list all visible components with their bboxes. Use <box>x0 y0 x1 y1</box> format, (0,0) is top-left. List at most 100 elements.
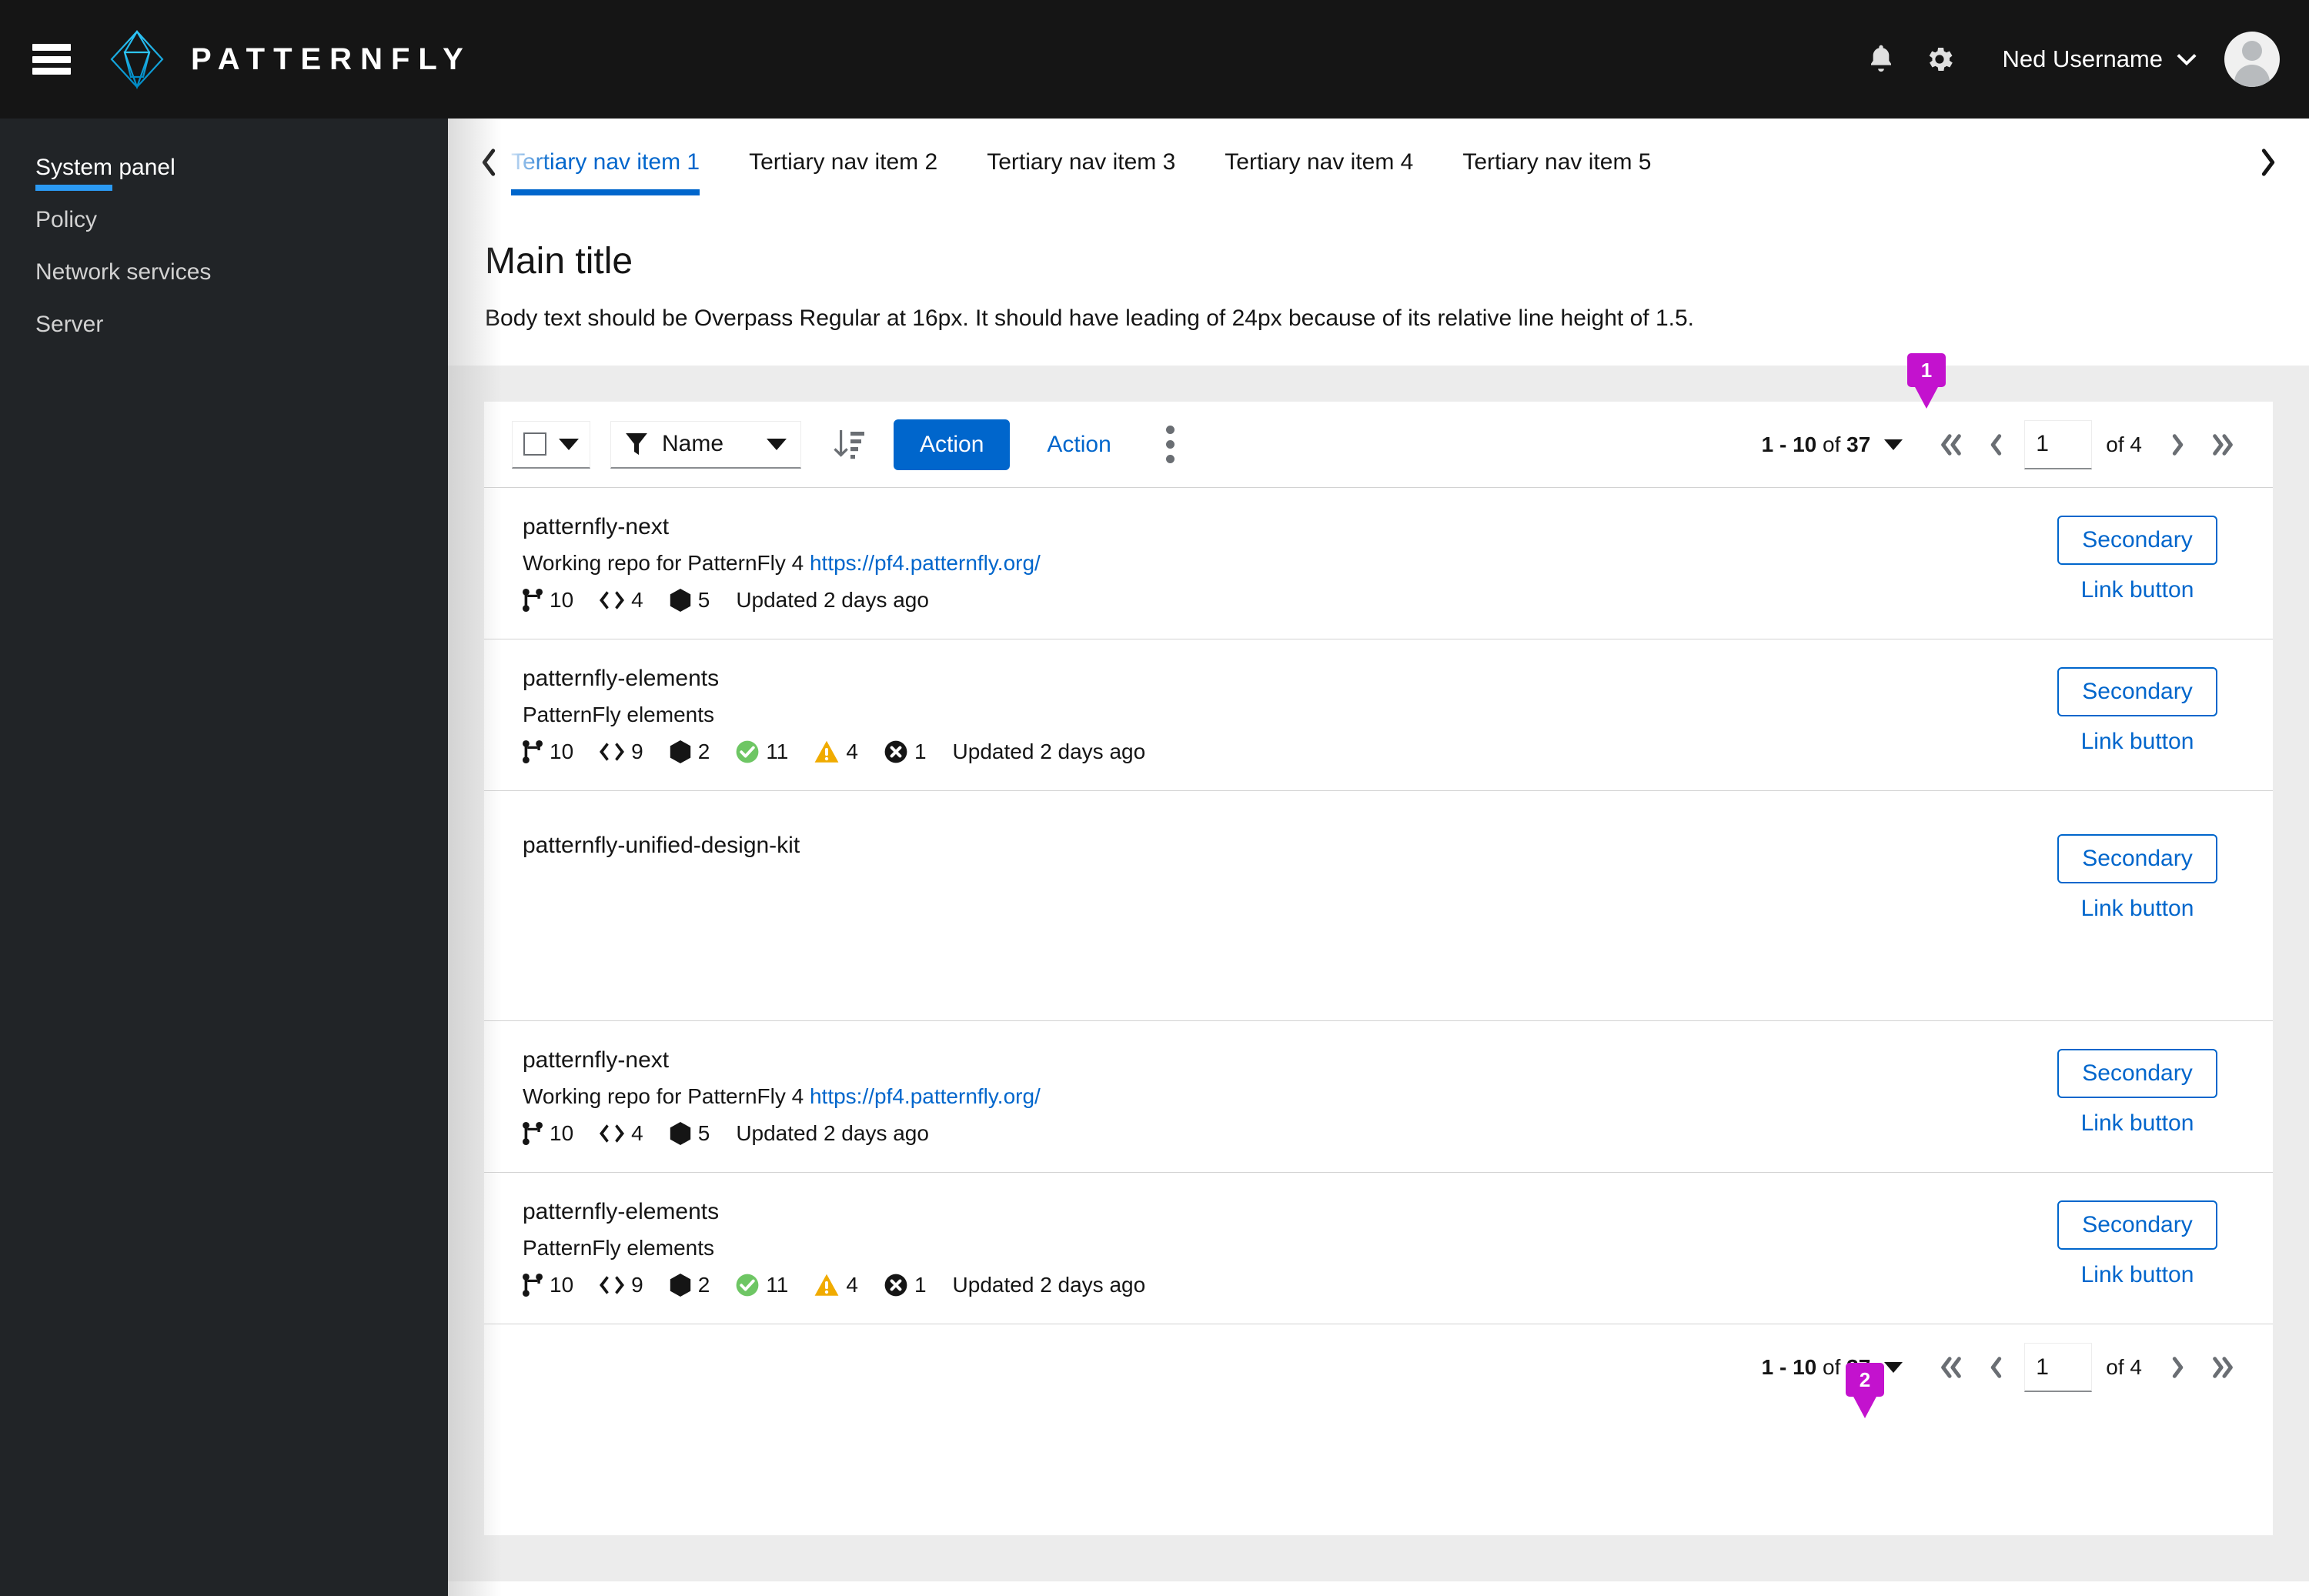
repo-name: patternfly-unified-design-kit <box>523 833 800 858</box>
meta-value: 4 <box>846 1273 858 1297</box>
repo-description-text: PatternFly elements <box>523 1236 714 1260</box>
tab-label: Tertiary nav item 1 <box>511 149 700 175</box>
list-item-actions: Secondary Link button <box>2030 666 2245 755</box>
pagination-nav: of 4 <box>1929 1343 2245 1392</box>
pagination-next-icon[interactable] <box>2156 1344 2200 1391</box>
secondary-button[interactable]: Secondary <box>2057 1049 2217 1098</box>
link-button[interactable]: Link button <box>2081 1110 2194 1137</box>
sidebar-item-label: Network services <box>35 259 212 285</box>
code-branch-icon-item: 10 <box>523 1273 573 1297</box>
hotspot-marker-2: 2 <box>1846 1363 1884 1397</box>
list-item-content: patternfly-next Working repo for Pattern… <box>523 1047 2030 1146</box>
pagination-summary-dropdown[interactable]: 1 - 10 of 37 <box>1762 432 1903 457</box>
tab-tertiary-nav-item-4[interactable]: Tertiary nav item 4 <box>1200 119 1438 206</box>
link-button[interactable]: Link button <box>2081 729 2194 755</box>
code-branch-icon-item: 10 <box>523 588 573 613</box>
pagination-page-total: of 4 <box>2106 432 2142 456</box>
cube-icon-item: 5 <box>670 1121 710 1146</box>
meta-value: 4 <box>846 740 858 763</box>
nav-scroll-right-icon[interactable] <box>2251 148 2286 177</box>
secondary-button[interactable]: Secondary <box>2057 834 2217 883</box>
primary-action-button[interactable]: Action <box>894 419 1011 470</box>
chevron-down-icon <box>767 438 787 450</box>
cube-icon-item: 5 <box>670 588 710 613</box>
filter-icon <box>625 432 648 456</box>
main-content: Tertiary nav item 1 Tertiary nav item 2 … <box>448 119 2309 1596</box>
tab-label: Tertiary nav item 3 <box>987 149 1176 175</box>
pagination-last-icon[interactable] <box>2200 421 2245 469</box>
meta-value: 10 <box>550 1273 574 1297</box>
sidebar-item-system-panel[interactable]: System panel <box>0 142 448 194</box>
sidebar-item-server[interactable]: Server <box>0 299 448 351</box>
meta-value: 5 <box>697 588 710 612</box>
meta-value: 9 <box>631 740 643 763</box>
link-button[interactable]: Link button <box>2081 1262 2194 1288</box>
tertiary-nav-items: Tertiary nav item 1 Tertiary nav item 2 … <box>506 119 1676 206</box>
exclamation-triangle-icon-item: 4 <box>814 1273 858 1297</box>
list-item[interactable]: patternfly-elements PatternFly elements … <box>484 639 2273 791</box>
meta-value: 1 <box>914 740 927 763</box>
list-item[interactable]: patternfly-next Working repo for Pattern… <box>484 1021 2273 1173</box>
cube-icon-item: 2 <box>670 740 710 764</box>
kebab-vertical-icon[interactable] <box>1150 420 1191 469</box>
sidebar-item-label: System panel <box>35 155 175 180</box>
avatar[interactable] <box>2224 32 2280 87</box>
tab-tertiary-nav-item-5[interactable]: Tertiary nav item 5 <box>1438 119 1676 206</box>
tab-tertiary-nav-item-3[interactable]: Tertiary nav item 3 <box>962 119 1200 206</box>
repo-link[interactable]: https://pf4.patternfly.org/ <box>810 551 1041 575</box>
meta-value: 9 <box>631 1273 643 1297</box>
pagination-page-input[interactable] <box>2024 419 2093 469</box>
repo-updated: Updated 2 days ago <box>736 588 929 612</box>
bell-icon[interactable] <box>1852 30 1910 88</box>
chevron-down-icon <box>2177 53 2197 65</box>
list-item[interactable]: patternfly-elements PatternFly elements … <box>484 1173 2273 1324</box>
meta-value: 2 <box>697 1273 710 1297</box>
gear-icon[interactable] <box>1910 30 1969 88</box>
nav-scroll-left-icon[interactable] <box>471 148 506 177</box>
pagination-prev-icon[interactable] <box>1973 1344 2018 1391</box>
secondary-button[interactable]: Secondary <box>2057 516 2217 565</box>
tertiary-nav: Tertiary nav item 1 Tertiary nav item 2 … <box>448 119 2309 206</box>
cube-icon-item: 2 <box>670 1273 710 1297</box>
meta-value: 1 <box>914 1273 927 1297</box>
link-button[interactable]: Link button <box>2081 577 2194 603</box>
sidebar-item-network-services[interactable]: Network services <box>0 246 448 299</box>
filter-dropdown[interactable]: Name <box>610 420 801 469</box>
code-branch-icon-item: 10 <box>523 740 573 764</box>
meta-value: 10 <box>550 740 574 763</box>
secondary-button[interactable]: Secondary <box>2057 1200 2217 1250</box>
repo-updated: Updated 2 days ago <box>736 1121 929 1145</box>
checkbox-icon[interactable] <box>523 432 546 456</box>
list-item[interactable]: patternfly-next Working repo for Pattern… <box>484 488 2273 639</box>
pagination-top: 1 - 10 of 37 1 of 4 <box>1762 419 2245 469</box>
secondary-button[interactable]: Secondary <box>2057 667 2217 716</box>
brand[interactable]: PATTERNFLY <box>109 29 472 89</box>
code-icon-item: 4 <box>600 1121 643 1146</box>
pagination-first-icon[interactable] <box>1929 1344 1973 1391</box>
repo-link[interactable]: https://pf4.patternfly.org/ <box>810 1084 1041 1108</box>
sidebar-item-policy[interactable]: Policy <box>0 194 448 246</box>
pagination-first-icon[interactable] <box>1929 421 1973 469</box>
list-item-content: patternfly-elements PatternFly elements … <box>523 666 2030 764</box>
list-item[interactable]: patternfly-unified-design-kit Secondary … <box>484 791 2273 1021</box>
meta-value: 10 <box>550 1121 574 1145</box>
tab-tertiary-nav-item-2[interactable]: Tertiary nav item 2 <box>724 119 962 206</box>
pagination-next-icon[interactable] <box>2156 421 2200 469</box>
list-item-content: patternfly-unified-design-kit <box>523 833 2030 870</box>
pagination-prev-icon[interactable] <box>1973 421 2018 469</box>
sort-amount-down-icon[interactable] <box>824 420 874 469</box>
link-button[interactable]: Link button <box>2081 896 2194 922</box>
user-menu[interactable]: Ned Username <box>2003 45 2197 73</box>
tab-tertiary-nav-item-1[interactable]: Tertiary nav item 1 <box>506 119 724 206</box>
repo-description: PatternFly elements <box>523 703 2030 727</box>
sidebar-item-label: Server <box>35 312 104 337</box>
link-action-button[interactable]: Action <box>1025 419 1132 470</box>
hamburger-icon[interactable] <box>32 44 71 75</box>
check-circle-icon-item: 11 <box>736 1273 788 1297</box>
patternfly-logo-icon <box>109 29 165 89</box>
page-header: Main title Body text should be Overpass … <box>448 206 2309 366</box>
pagination-page-input[interactable] <box>2024 1343 2093 1392</box>
bulk-select-dropdown[interactable] <box>512 420 590 469</box>
meta-value: 11 <box>766 1273 789 1297</box>
pagination-last-icon[interactable] <box>2200 1344 2245 1391</box>
